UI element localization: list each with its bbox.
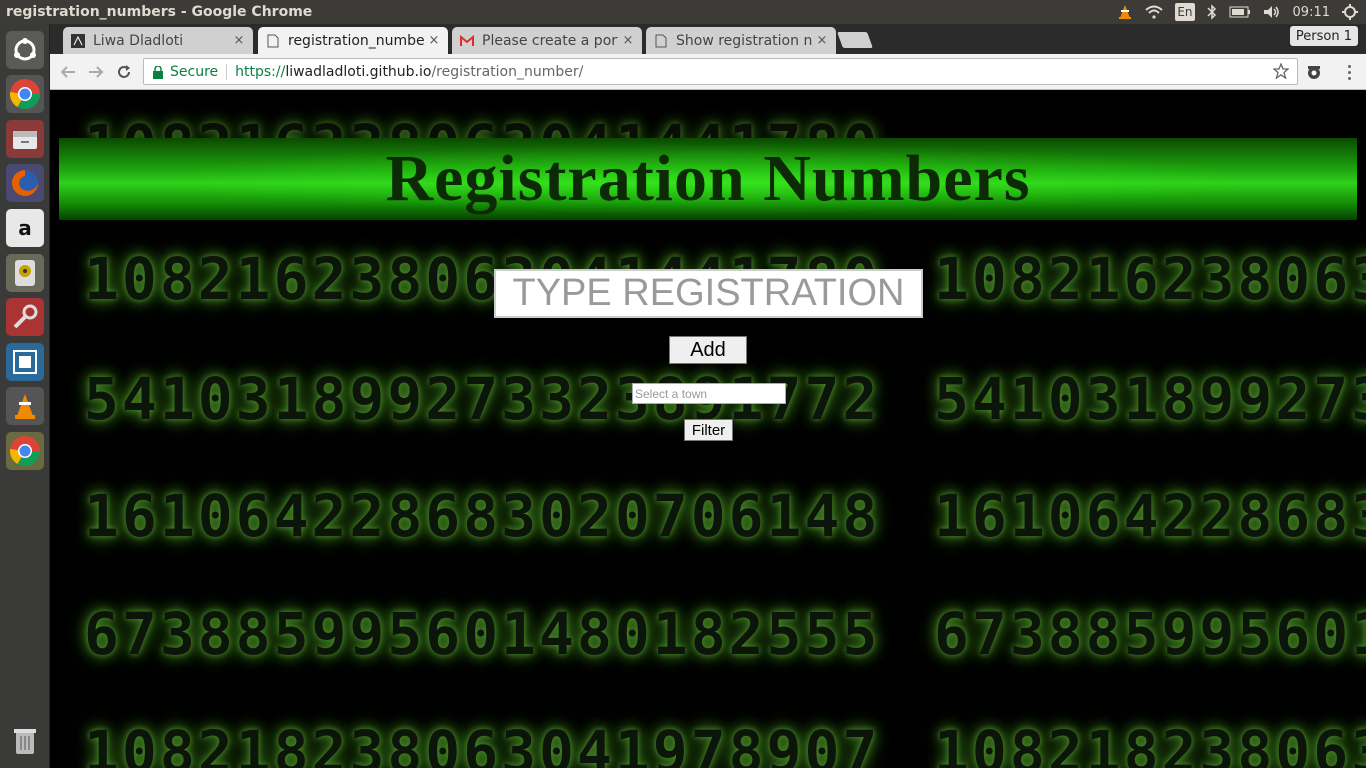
background-digits-row: 108218238063041978907 [84,718,881,768]
trash-icon[interactable] [6,722,44,760]
secure-label: Secure [170,63,219,80]
chrome-running-icon[interactable] [6,432,44,470]
new-tab-button[interactable] [837,32,873,48]
workspace-switcher-icon[interactable] [6,343,44,381]
tab-registration-numbers[interactable]: registration_numbers × [258,27,448,54]
url-host: liwadladloti.github.io [285,63,432,80]
title-banner: Registration Numbers [59,138,1357,220]
top-panel: registration_numbers - Google Chrome En … [0,0,1366,24]
background-digits-row: 673885995601480182555 [84,600,881,668]
bluetooth-icon[interactable] [1207,3,1217,21]
keyboard-layout-indicator[interactable]: En [1175,3,1195,21]
launcher: a [0,24,50,768]
close-icon[interactable]: × [428,33,440,48]
window-title: registration_numbers - Google Chrome [6,4,313,20]
chrome-menu-icon[interactable] [1340,60,1358,84]
chrome-icon[interactable] [6,75,44,113]
system-tray: En 09:11 [1117,0,1366,24]
page-viewport: 108216238063041441780 108216238063041441… [50,90,1366,768]
tab-label: Liwa Dladloti [93,32,184,49]
tab-liwa-dladloti[interactable]: Liwa Dladloti × [63,27,253,54]
page-title: Registration Numbers [385,142,1031,215]
background-digits-row: 161064228683020706148 [934,482,1366,550]
extension-icon[interactable] [1303,61,1325,83]
amazon-icon[interactable]: a [6,209,44,247]
forward-arrow-icon[interactable] [84,60,108,84]
gmail-icon [460,34,474,48]
ubuntu-dash-icon[interactable] [6,31,44,69]
profile-button[interactable]: Person 1 [1289,26,1358,46]
volume-icon[interactable] [1263,3,1281,21]
tab-gmail[interactable]: Please create a portf × [452,27,642,54]
close-icon[interactable]: × [816,33,828,48]
disk-icon[interactable] [6,254,44,292]
tab-strip: Liwa Dladloti × registration_numbers × P… [50,24,1366,54]
clock[interactable]: 09:11 [1293,5,1330,20]
files-icon[interactable] [6,120,44,158]
page-icon [654,34,668,48]
wifi-icon[interactable] [1145,3,1164,21]
town-select[interactable]: Select a town [632,383,786,404]
browser-toolbar: Secure https://liwadladloti.github.io/re… [50,54,1366,90]
vlc-icon[interactable] [6,387,44,425]
back-arrow-icon[interactable] [56,60,80,84]
add-button[interactable]: Add [669,336,747,364]
gear-icon[interactable] [1342,3,1358,21]
tab-label: Please create a portf [482,32,618,49]
background-digits-row: 108218238063041978907 [934,718,1366,768]
background-digits-row: 108216238063041441780 [934,245,1366,313]
tab-show-registration[interactable]: Show registration nu × [646,27,836,54]
lock-icon [152,64,164,79]
bookmark-star-icon[interactable] [1272,62,1290,83]
close-icon[interactable]: × [622,33,634,48]
divider [226,63,228,80]
tab-label: Show registration nu [676,32,812,49]
tab-label: registration_numbers [288,32,424,49]
reload-icon[interactable] [112,60,136,84]
url-scheme: https:// [235,63,286,80]
registration-input[interactable] [494,269,923,318]
background-digits-row: 161064228683020706148 [84,482,881,550]
page-icon [266,34,280,48]
background-digits-row: 541031899273323891772 [934,365,1366,433]
github-favicon-icon [71,33,85,48]
vlc-tray-icon[interactable] [1117,3,1133,21]
background-digits-row: 673885995601480182555 [934,600,1366,668]
address-bar[interactable]: Secure https://liwadladloti.github.io/re… [143,58,1298,85]
close-icon[interactable]: × [233,33,245,48]
url-path: /registration_number/ [431,63,584,80]
battery-icon[interactable] [1229,3,1251,21]
firefox-icon[interactable] [6,164,44,202]
system-settings-icon[interactable] [6,298,44,336]
filter-button[interactable]: Filter [684,419,733,441]
